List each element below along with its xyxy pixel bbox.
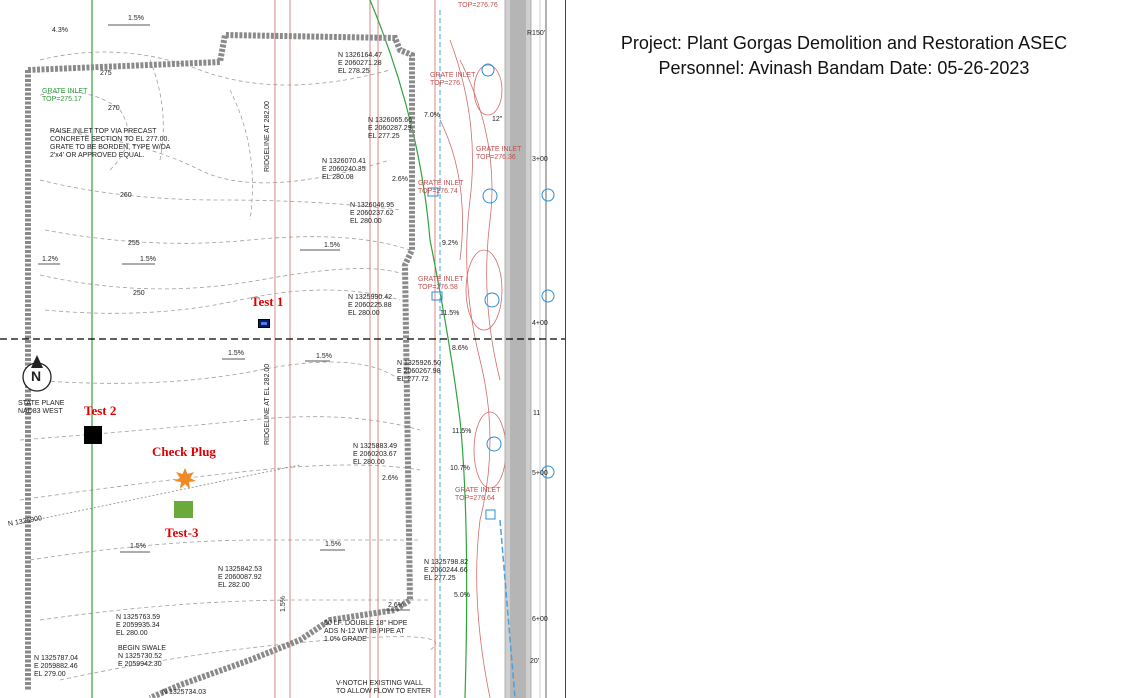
north-letter: N (31, 368, 42, 384)
coordinate-label: N 1325798.82 E 2060244.66 EL 277.25 (424, 559, 468, 582)
test-1-marker-inner (261, 322, 267, 325)
road-strip (504, 0, 532, 698)
coordinate-label: N 1325842.53 E 2060087.92 EL 282.00 (218, 566, 262, 589)
slope-label: 8.6% (452, 345, 468, 352)
coordinate-label: N 1325787.04 E 2059882.46 EL 279.00 (34, 655, 78, 678)
contour-label: 255 (128, 240, 140, 247)
state-plane-label: STATE PLANE NAD83 WEST (18, 400, 65, 415)
begin-swale-label: BEGIN SWALE N 1325730.52 E 2059942.30 (118, 645, 166, 668)
coordinate-label: N 1325763.59 E 2059935.34 EL 280.00 (116, 614, 160, 637)
grate-inlet-label: GRATE INLET TOP=276.36 (476, 146, 522, 161)
contour-label: 260 (120, 192, 132, 199)
slope-label: 5.0% (454, 592, 470, 599)
slope-label: 11.5% (452, 428, 472, 435)
contour-label: 270 (108, 105, 120, 112)
check-plug-marker[interactable] (174, 468, 196, 490)
grate-inlet-label: GRATE INLET TOP=276. (430, 72, 476, 87)
slope-label: 1.5% (130, 543, 146, 550)
project-header: Project: Plant Gorgas Demolition and Res… (566, 31, 1122, 81)
property-lines (274, 0, 507, 698)
slope-label: 2.6% (388, 602, 404, 609)
slope-label: 1.5% (324, 242, 340, 249)
slope-label: 1.5% (325, 541, 341, 548)
check-plug-label: Check Plug (152, 444, 216, 459)
slope-label: 9.2% (442, 240, 458, 247)
grate-inlet-label: GRATE INLET TOP=276.64 (455, 487, 501, 502)
contour-label: 275 (100, 70, 112, 77)
project-title: Project: Plant Gorgas Demolition and Res… (620, 33, 1068, 53)
slope-label: 1.5% (280, 596, 287, 612)
slope-label: 1.5% (128, 15, 144, 22)
test-1-marker[interactable] (258, 319, 270, 328)
hdpe-pipe-note: 60 LF. DOUBLE 18" HDPE ADS N-12 WT IB PI… (324, 620, 408, 643)
coordinate-label: N 1326065.66 E 2060287.29 EL 277.25 (368, 117, 412, 140)
test-3-label: Test-3 (165, 525, 199, 540)
station-label: 6+00 (532, 616, 548, 623)
dimension-label: 20' (530, 658, 540, 665)
slope-label: 7.0% (424, 112, 440, 119)
radius-label: R150' (527, 30, 546, 37)
site-plan-map: 1.5% 4.3% GRATE INLET TOP=275.17 275 270… (0, 0, 566, 698)
grate-inlet-label: GRATE INLET TOP=276.74 (418, 180, 464, 195)
station-label: 3+00 (532, 156, 548, 163)
dimension-label: 11 (533, 410, 541, 417)
test-1-label: Test 1 (251, 294, 284, 309)
raise-inlet-note: RAISE INLET TOP VIA PRECAST CONCRETE SEC… (50, 128, 171, 159)
site-plan-drawing (0, 0, 566, 698)
station-label: 4+00 (532, 320, 548, 327)
personnel-date: Personnel: Avinash Bandam Date: 05-26-20… (658, 58, 1030, 78)
slope-label: 1.5% (140, 256, 156, 263)
contour-label: 250 (133, 290, 145, 297)
slope-label: 4.3% (52, 27, 68, 34)
slope-label: 1.5% (316, 353, 332, 360)
grate-inlet-label: GRATE INLET TOP=276.58 (418, 276, 464, 291)
slope-label: 10.7% (450, 465, 470, 472)
coordinate-label: N 1325883.49 E 2060203.67 EL 280.00 (353, 443, 397, 466)
pipe-size-label: 12" (492, 116, 503, 123)
coordinate-label: N 1326070.41 E 2060240.35 EL 280.08 (322, 158, 366, 181)
test-2-marker[interactable] (84, 426, 102, 444)
slope-label: 11.5% (440, 310, 460, 317)
station-label: 5+00 (532, 470, 548, 477)
ridgeline-label: RIDGELINE AT EL 282.00 (264, 363, 271, 445)
coordinate-label: N 1325734.03 (162, 689, 206, 696)
vnotch-note: V-NOTCH EXISTING WALL TO ALLOW FLOW TO E… (336, 680, 431, 695)
test-2-label: Test 2 (84, 403, 117, 418)
grate-inlet-label: TOP=276.76 (458, 2, 498, 9)
slope-label: 2.6% (382, 475, 398, 482)
coordinate-label: N 1326164.47 E 2060271.28 EL 278.25 (338, 52, 382, 75)
grate-inlet-label: GRATE INLET TOP=275.17 (42, 88, 88, 103)
coordinate-label: N 1326046.95 E 2060237.62 EL 280.00 (350, 202, 394, 225)
slope-label: 1.2% (42, 256, 58, 263)
coordinate-label: N 1325926.50 E 2060267.98 EL 277.72 (397, 360, 441, 383)
test-3-marker[interactable] (174, 501, 193, 518)
slope-label: 2.6% (392, 176, 408, 183)
slope-label: 1.5% (228, 350, 244, 357)
coordinate-label: N 1325990.42 E 2060225.88 EL 280.00 (348, 294, 392, 317)
ridgeline-label: RIDGELINE AT 282.00 (264, 101, 271, 172)
